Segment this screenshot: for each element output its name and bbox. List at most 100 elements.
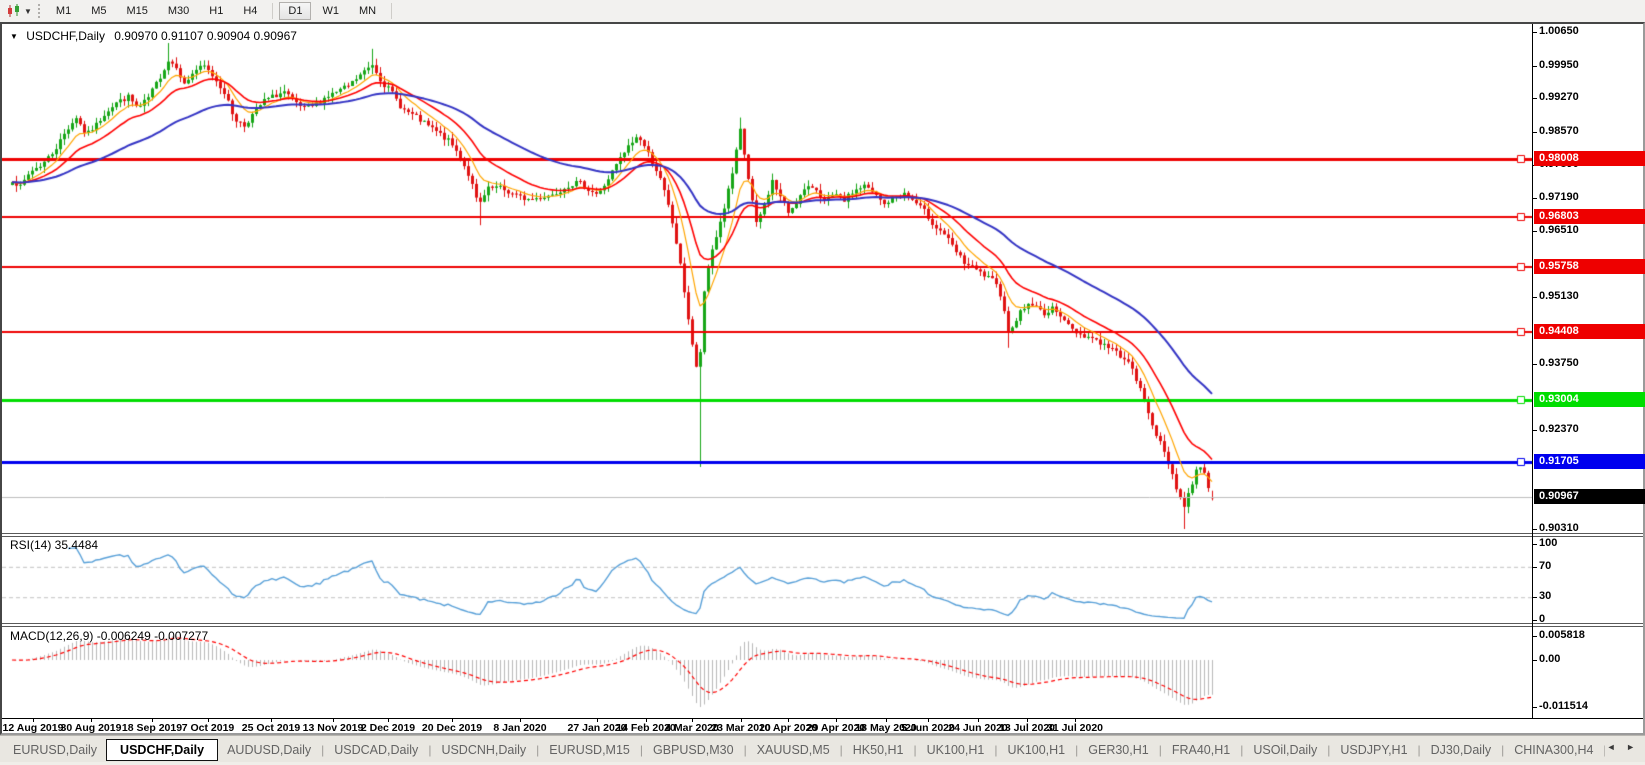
price-tick-label: 0.96510 bbox=[1539, 224, 1579, 236]
price-tick-label: 0.99270 bbox=[1539, 91, 1579, 103]
chart-type-icon[interactable] bbox=[4, 3, 24, 19]
date-label: 7 Oct 2019 bbox=[182, 722, 235, 734]
date-tick bbox=[692, 718, 693, 722]
pane-separator-macd[interactable] bbox=[2, 623, 1643, 627]
timeframe-button-m5[interactable]: M5 bbox=[82, 2, 115, 20]
chart-type-dropdown-icon[interactable]: ▼ bbox=[24, 7, 32, 16]
axis-tick bbox=[1532, 544, 1537, 545]
date-tick bbox=[520, 718, 521, 722]
price-chart-canvas[interactable] bbox=[2, 24, 1532, 718]
level-price-label[interactable]: 0.95758 bbox=[1534, 259, 1645, 274]
axis-tick bbox=[1532, 66, 1537, 67]
timeframe-button-m1[interactable]: M1 bbox=[47, 2, 80, 20]
date-label: 13 Nov 2019 bbox=[303, 722, 364, 734]
chart-tab-audusd-daily[interactable]: AUDUSD,Daily bbox=[218, 740, 320, 760]
date-tick bbox=[788, 718, 789, 722]
macd-tick-label: -0.011514 bbox=[1539, 700, 1588, 712]
macd-tick-label: 0.00 bbox=[1539, 653, 1560, 665]
chart-tab-uk100-h1[interactable]: UK100,H1 bbox=[998, 740, 1074, 760]
date-axis-line bbox=[2, 718, 1643, 719]
price-tick-label: 0.98570 bbox=[1539, 125, 1579, 137]
date-tick bbox=[152, 718, 153, 722]
level-price-label[interactable]: 0.93004 bbox=[1534, 392, 1645, 407]
symbol-dropdown-icon[interactable]: ▼ bbox=[10, 32, 18, 41]
timeframe-button-d1[interactable]: D1 bbox=[279, 2, 311, 20]
chart-tab-fra40-h1[interactable]: FRA40,H1 bbox=[1163, 740, 1239, 760]
date-tick bbox=[333, 718, 334, 722]
tab-scroll-arrows-icon[interactable]: ◄ ► bbox=[1607, 742, 1639, 752]
candlestick-icon bbox=[7, 4, 22, 18]
date-tick bbox=[1027, 718, 1028, 722]
mt4-window: ▼ M1M5M15M30H1H4 D1W1MN ▼ USDCHF,Daily 0.… bbox=[0, 0, 1645, 765]
timeframe-button-h1[interactable]: H1 bbox=[200, 2, 232, 20]
date-tick bbox=[928, 718, 929, 722]
date-label: 18 Sep 2019 bbox=[122, 722, 182, 734]
level-price-label[interactable]: 0.94408 bbox=[1534, 324, 1645, 339]
axis-tick bbox=[1532, 660, 1537, 661]
axis-tick bbox=[1532, 32, 1537, 33]
axis-tick bbox=[1532, 231, 1537, 232]
pane-separator-rsi[interactable] bbox=[2, 533, 1643, 537]
chart-tab-hk50-h1[interactable]: HK50,H1 bbox=[844, 740, 913, 760]
rsi-tick-label: 30 bbox=[1539, 590, 1551, 602]
date-label: 5 Jun 2020 bbox=[901, 722, 955, 734]
price-tick-label: 0.92370 bbox=[1539, 423, 1579, 435]
date-tick bbox=[886, 718, 887, 722]
date-label: 30 Aug 2019 bbox=[61, 722, 122, 734]
chart-tab-gbpusd-m30[interactable]: GBPUSD,M30 bbox=[644, 740, 743, 760]
date-label: 25 Oct 2019 bbox=[242, 722, 300, 734]
rsi-tick-label: 100 bbox=[1539, 537, 1557, 549]
axis-tick bbox=[1532, 620, 1537, 621]
macd-tick-label: 0.005818 bbox=[1539, 629, 1585, 641]
timeframe-button-m15[interactable]: M15 bbox=[117, 2, 156, 20]
date-tick bbox=[597, 718, 598, 722]
chart-tab-usoil-daily[interactable]: USOil,Daily bbox=[1244, 740, 1326, 760]
chart-symbol: USDCHF,Daily bbox=[26, 29, 105, 43]
date-label: 20 Dec 2019 bbox=[422, 722, 482, 734]
chart-tab-china300-h4[interactable]: CHINA300,H4 bbox=[1505, 740, 1602, 760]
date-tick bbox=[271, 718, 272, 722]
timeframe-button-m30[interactable]: M30 bbox=[159, 2, 198, 20]
level-price-label[interactable]: 0.96803 bbox=[1534, 209, 1645, 224]
chart-tab-usdchf-daily[interactable]: USDCHF,Daily bbox=[106, 739, 218, 761]
axis-tick bbox=[1532, 529, 1537, 530]
chart-tab-xauusd-m5[interactable]: XAUUSD,M5 bbox=[748, 740, 839, 760]
date-label: 2 Dec 2019 bbox=[361, 722, 415, 734]
timeframe-button-h4[interactable]: H4 bbox=[234, 2, 266, 20]
axis-tick bbox=[1532, 597, 1537, 598]
date-tick bbox=[452, 718, 453, 722]
chart-window: ▼ USDCHF,Daily 0.90970 0.91107 0.90904 0… bbox=[0, 22, 1645, 735]
level-price-label[interactable]: 0.98008 bbox=[1534, 151, 1645, 166]
toolbar: ▼ M1M5M15M30H1H4 D1W1MN bbox=[0, 0, 1645, 23]
chart-tab-uk100-h1[interactable]: UK100,H1 bbox=[918, 740, 994, 760]
chart-tab-usdjpy-h1[interactable]: USDJPY,H1 bbox=[1331, 740, 1416, 760]
axis-tick bbox=[1532, 364, 1537, 365]
level-price-label[interactable]: 0.91705 bbox=[1534, 454, 1645, 469]
date-tick bbox=[646, 718, 647, 722]
chart-tab-eurusd-m15[interactable]: EURUSD,M15 bbox=[540, 740, 639, 760]
axis-tick bbox=[1532, 297, 1537, 298]
rsi-tick-label: 70 bbox=[1539, 560, 1551, 572]
chart-tab-usdcad-daily[interactable]: USDCAD,Daily bbox=[325, 740, 427, 760]
date-tick bbox=[741, 718, 742, 722]
current-price-label: 0.90967 bbox=[1534, 489, 1645, 504]
chart-tab-eurusd-daily[interactable]: EURUSD,Daily bbox=[4, 740, 106, 760]
chart-tab-usdcnh-daily[interactable]: USDCNH,Daily bbox=[432, 740, 535, 760]
date-tick bbox=[33, 718, 34, 722]
price-tick-label: 0.93750 bbox=[1539, 357, 1579, 369]
timeframe-button-w1[interactable]: W1 bbox=[313, 2, 348, 20]
chart-tab-bar: EURUSD,DailyUSDCHF,DailyAUDUSD,Daily|USD… bbox=[0, 735, 1645, 765]
chart-ohlc: 0.90970 0.91107 0.90904 0.90967 bbox=[114, 29, 297, 43]
price-tick-label: 0.99950 bbox=[1539, 59, 1579, 71]
toolbar-grip[interactable] bbox=[38, 4, 40, 18]
axis-tick bbox=[1532, 98, 1537, 99]
date-label: 8 Jan 2020 bbox=[493, 722, 546, 734]
toolbar-separator bbox=[272, 3, 273, 19]
axis-tick bbox=[1532, 132, 1537, 133]
chart-tab-dj30-daily[interactable]: DJ30,Daily bbox=[1422, 740, 1500, 760]
price-axis-line[interactable] bbox=[1532, 24, 1533, 718]
timeframe-button-mn[interactable]: MN bbox=[350, 2, 385, 20]
chart-tab-ger30-h1[interactable]: GER30,H1 bbox=[1079, 740, 1157, 760]
date-tick bbox=[1075, 718, 1076, 722]
date-tick bbox=[836, 718, 837, 722]
